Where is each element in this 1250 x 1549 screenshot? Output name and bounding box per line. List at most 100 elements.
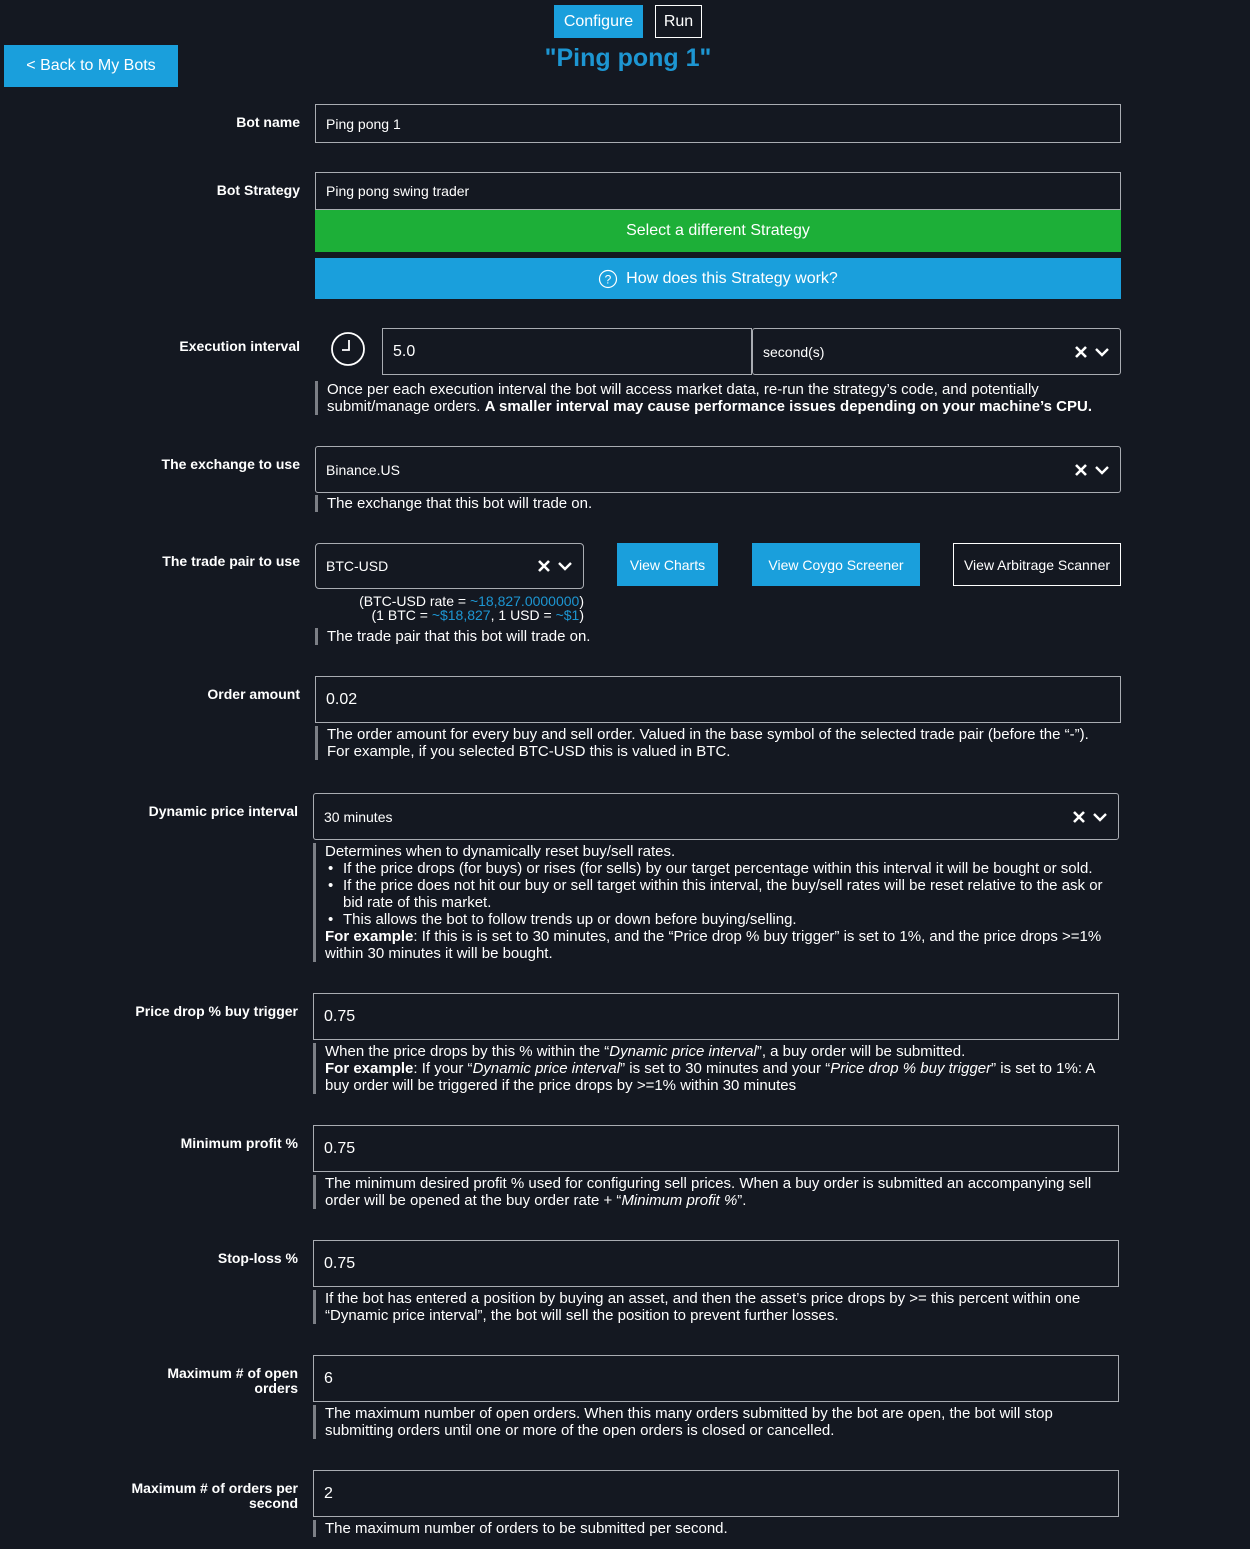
minimum-profit-input[interactable]: 0.75	[313, 1125, 1119, 1172]
order-amount-help: The order amount for every buy and sell …	[315, 726, 1121, 760]
stop-loss-help: If the bot has entered a position by buy…	[313, 1290, 1119, 1324]
minimum-profit-value: 0.75	[324, 1139, 356, 1157]
execution-interval-unit-select[interactable]: second(s)	[752, 328, 1121, 375]
help-example: For example: If your “Dynamic price inte…	[325, 1060, 1119, 1094]
max-orders-per-second-help: The maximum number of orders to be submi…	[313, 1520, 1119, 1537]
conv-usd-value: ~$1	[555, 607, 580, 623]
help-emphasis: Minimum profit %	[621, 1192, 738, 1209]
conv-prefix: (1 BTC =	[371, 607, 432, 623]
help-text: When the price drops by this % within th…	[325, 1043, 610, 1060]
exchange-label: The exchange to use	[161, 456, 300, 472]
dynamic-price-interval-select[interactable]: 30 minutes	[313, 793, 1119, 840]
view-coygo-screener-button[interactable]: View Coygo Screener	[752, 543, 920, 586]
help-emphasis: Price drop % buy trigger	[830, 1060, 992, 1077]
max-open-orders-label: Maximum # of open orders	[167, 1365, 298, 1396]
example-label: For example	[325, 928, 414, 945]
order-amount-label: Order amount	[207, 686, 300, 702]
minimum-profit-help: The minimum desired profit % used for co…	[313, 1175, 1119, 1209]
help-example: For example: If this is is set to 30 min…	[325, 928, 1123, 962]
price-drop-trigger-input[interactable]: 0.75	[313, 993, 1119, 1040]
help-text: ”.	[737, 1192, 747, 1209]
back-to-my-bots-button[interactable]: < Back to My Bots	[4, 45, 178, 87]
max-orders-per-second-input[interactable]: 2	[313, 1470, 1119, 1517]
trade-pair-label: The trade pair to use	[162, 553, 300, 569]
execution-interval-label: Execution interval	[179, 338, 300, 354]
chevron-down-icon[interactable]	[557, 559, 573, 573]
clear-icon[interactable]	[1072, 810, 1086, 824]
execution-interval-value: 5.0	[393, 342, 416, 360]
price-drop-trigger-label: Price drop % buy trigger	[135, 1003, 298, 1019]
tab-run[interactable]: Run	[655, 5, 702, 38]
max-orders-per-second-label: Maximum # of orders per second	[131, 1480, 299, 1511]
help-bullets: If the price drops (for buys) or rises (…	[325, 860, 1123, 928]
price-drop-trigger-help: When the price drops by this % within th…	[313, 1043, 1119, 1094]
max-open-orders-value: 6	[324, 1369, 333, 1387]
execution-interval-help: Once per each execution interval the bot…	[315, 381, 1115, 415]
clear-icon[interactable]	[1074, 345, 1088, 359]
bot-strategy-field: Ping pong swing trader	[315, 172, 1121, 210]
bot-name-input[interactable]: Ping pong 1	[315, 104, 1121, 143]
execution-interval-unit-value: second(s)	[763, 343, 825, 360]
tab-configure[interactable]: Configure	[554, 5, 643, 38]
exchange-value: Binance.US	[326, 461, 400, 478]
order-amount-input[interactable]: 0.02	[315, 676, 1121, 723]
example-label: For example	[325, 1060, 414, 1077]
minimum-profit-label: Minimum profit %	[180, 1135, 298, 1151]
help-warning: A smaller interval may cause performance…	[484, 398, 1093, 415]
how-strategy-works-label: How does this Strategy work?	[626, 269, 838, 287]
exchange-help: The exchange that this bot will trade on…	[315, 495, 1115, 512]
dynamic-price-interval-label: Dynamic price interval	[148, 803, 298, 819]
chevron-down-icon[interactable]	[1092, 810, 1108, 824]
help-text: : If your “	[413, 1060, 473, 1077]
example-text: : If this is is set to 30 minutes, and t…	[325, 928, 1102, 962]
help-bullet: If the price does not hit our buy or sel…	[328, 877, 1123, 911]
how-strategy-works-button[interactable]: ? How does this Strategy work?	[315, 258, 1121, 299]
trade-pair-help: The trade pair that this bot will trade …	[315, 628, 1115, 645]
stop-loss-input[interactable]: 0.75	[313, 1240, 1119, 1287]
clear-icon[interactable]	[537, 559, 551, 573]
trade-pair-value: BTC-USD	[326, 558, 389, 574]
conv-btc-value: ~$18,827	[431, 607, 491, 623]
execution-interval-input[interactable]: 5.0	[382, 328, 752, 375]
bot-strategy-label: Bot Strategy	[216, 182, 300, 198]
stop-loss-value: 0.75	[324, 1254, 356, 1272]
max-open-orders-input[interactable]: 6	[313, 1355, 1119, 1402]
max-orders-per-second-value: 2	[324, 1484, 333, 1502]
chevron-down-icon[interactable]	[1094, 463, 1110, 477]
help-bullet: This allows the bot to follow trends up …	[328, 911, 1123, 928]
bot-name-label: Bot name	[236, 114, 300, 130]
clock-icon	[330, 331, 366, 367]
bot-name-value: Ping pong 1	[326, 115, 401, 132]
exchange-select[interactable]: Binance.US	[315, 446, 1121, 493]
trade-pair-rate: (BTC-USD rate = ~18,827.0000000)	[330, 594, 584, 608]
help-emphasis: Dynamic price interval	[609, 1043, 757, 1060]
conv-suffix: )	[579, 607, 584, 623]
help-line: The order amount for every buy and sell …	[327, 726, 1089, 743]
help-text: ” is set to 30 minutes and your “	[620, 1060, 831, 1077]
help-text: ”, a buy order will be submitted.	[756, 1043, 966, 1060]
trade-pair-select[interactable]: BTC-USD	[315, 543, 584, 589]
conv-mid: , 1 USD =	[490, 607, 556, 623]
price-drop-trigger-value: 0.75	[324, 1007, 356, 1025]
chevron-down-icon[interactable]	[1094, 345, 1110, 359]
view-charts-button[interactable]: View Charts	[617, 543, 718, 586]
select-strategy-label: Select a different Strategy	[626, 222, 810, 239]
help-line: For example, if you selected BTC-USD thi…	[327, 743, 731, 760]
svg-text:?: ?	[605, 272, 612, 286]
order-amount-value: 0.02	[326, 690, 358, 708]
max-open-orders-help: The maximum number of open orders. When …	[313, 1405, 1119, 1439]
help-intro: Determines when to dynamically reset buy…	[325, 843, 676, 860]
stop-loss-label: Stop-loss %	[217, 1250, 298, 1266]
select-strategy-button[interactable]: Select a different Strategy	[315, 210, 1121, 252]
trade-pair-conversion: (1 BTC = ~$18,827, 1 USD = ~$1)	[330, 608, 584, 622]
question-circle-icon: ?	[598, 269, 618, 289]
help-line: When the price drops by this % within th…	[325, 1043, 1119, 1060]
help-emphasis: Dynamic price interval	[472, 1060, 621, 1077]
help-bullet: If the price drops (for buys) or rises (…	[328, 860, 1123, 877]
dynamic-price-interval-help: Determines when to dynamically reset buy…	[313, 843, 1123, 962]
dynamic-price-interval-value: 30 minutes	[324, 808, 393, 825]
bot-strategy-value: Ping pong swing trader	[326, 183, 470, 199]
clear-icon[interactable]	[1074, 463, 1088, 477]
page-title: "Ping pong 1"	[544, 44, 712, 72]
view-arbitrage-scanner-button[interactable]: View Arbitrage Scanner	[953, 543, 1121, 586]
